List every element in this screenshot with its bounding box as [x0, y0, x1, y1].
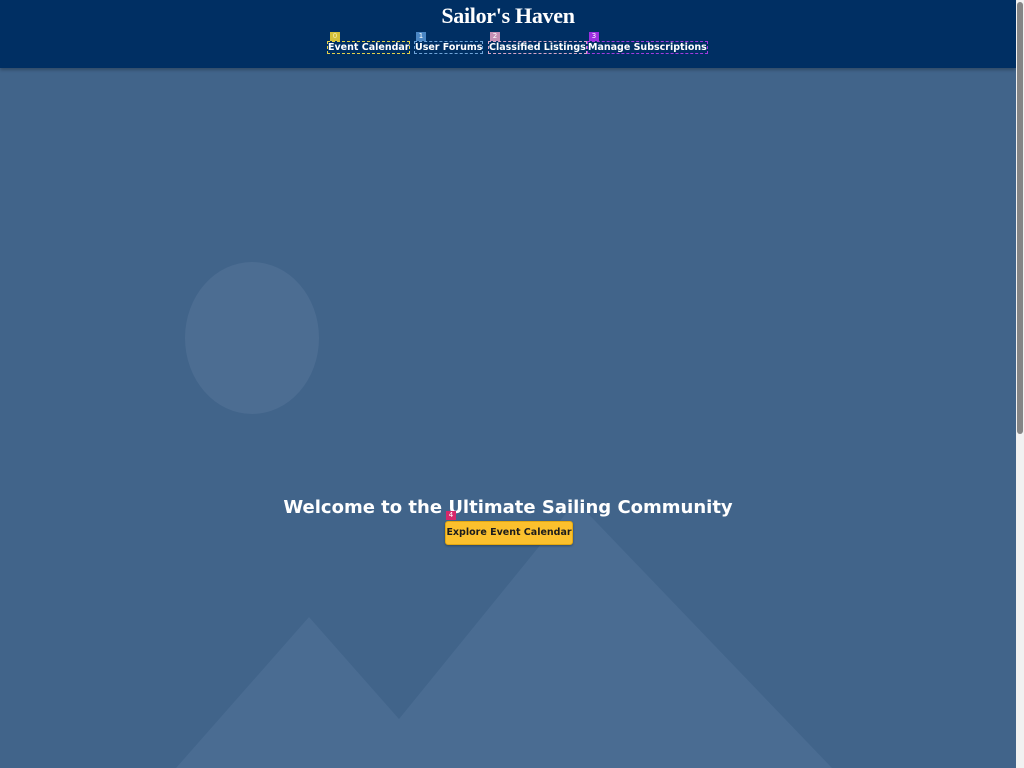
- element-marker-4: 4: [446, 511, 456, 520]
- hero-background-art: [176, 262, 832, 768]
- hero-heading: Welcome to the Ultimate Sailing Communit…: [283, 497, 733, 518]
- site-title: Sailor's Haven: [441, 3, 575, 28]
- explore-event-calendar-button[interactable]: Explore Event Calendar: [445, 521, 573, 545]
- element-marker-1: 1: [416, 32, 426, 41]
- nav-classified-listings[interactable]: Classified Listings: [488, 41, 587, 54]
- element-marker-0: 0: [330, 32, 340, 41]
- nav-manage-subscriptions[interactable]: Manage Subscriptions: [587, 41, 708, 54]
- page-scrollbar[interactable]: [1016, 0, 1024, 768]
- element-marker-3: 3: [589, 32, 599, 41]
- element-marker-2: 2: [490, 32, 500, 41]
- site-header: Sailor's Haven: [0, 0, 1016, 68]
- scrollbar-thumb[interactable]: [1017, 2, 1023, 434]
- nav-event-calendar[interactable]: Event Calendar: [327, 41, 411, 54]
- nav-user-forums[interactable]: User Forums: [414, 41, 484, 54]
- moon-shape: [185, 262, 319, 414]
